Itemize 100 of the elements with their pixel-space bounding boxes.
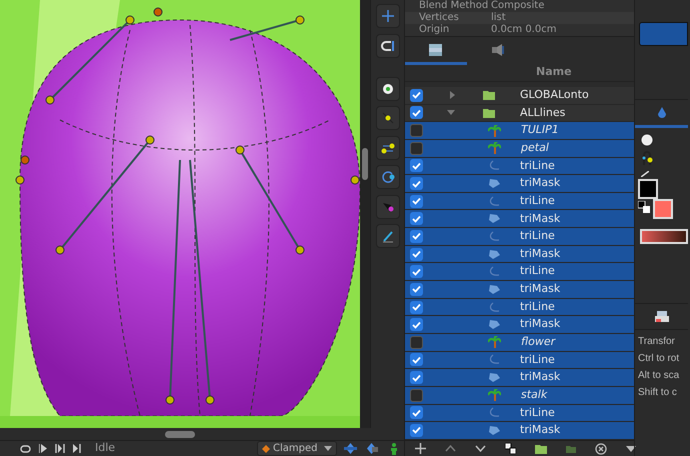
scrollbar-handle[interactable] [165,430,195,438]
layer-row[interactable]: triLine [405,192,634,210]
layer-checkbox[interactable] [410,88,423,102]
layer-checkbox[interactable] [410,406,423,420]
parameter-name: Blend Method [418,0,490,12]
bline-icon[interactable] [640,151,652,165]
layer-row[interactable]: triLine [405,158,634,176]
expand-arrow-icon[interactable] [450,91,455,100]
hint-text: Alt to sca [637,369,680,383]
layer-checkbox[interactable] [410,124,423,138]
layer-row[interactable]: triMask [405,369,634,387]
layer-checkbox[interactable] [410,248,423,261]
fill-tool-icon[interactable] [376,194,400,218]
layer-row[interactable]: GLOBALonto [405,87,634,105]
layer-name: triMask [520,316,560,332]
tool-options-icon[interactable] [658,107,666,118]
speaker-icon [492,44,504,56]
layer-row[interactable]: triMask [405,175,634,193]
layer-checkbox[interactable] [410,353,423,366]
layer-name: triLine [520,263,555,280]
layer-row[interactable]: triMask [405,281,634,299]
curve-icon [488,354,500,366]
layer-checkbox[interactable] [410,265,423,278]
layer-checkbox[interactable] [410,194,423,208]
layer-checkbox[interactable] [410,388,423,402]
magnet-icon[interactable] [376,34,400,58]
shape-icon [488,424,500,436]
curve-icon [488,302,500,312]
circle-icon[interactable] [640,134,652,146]
layer-name: triLine [520,192,555,209]
diamond-icon [262,444,270,452]
layer-row[interactable]: stalk [405,386,634,405]
shape-icon [488,213,500,224]
spline-tool-icon[interactable] [376,106,400,130]
layer-row[interactable]: TULIP1 [405,122,634,140]
layer-row[interactable]: triLine [405,228,634,246]
parameter-value: 0.0cm 0.0cm [491,24,556,36]
layer-name: triMask [520,281,560,298]
layer-row[interactable]: flower [405,334,634,352]
shape-icon [488,372,500,384]
parameter-name: Origin [418,24,450,36]
parameter-value: list [491,12,506,24]
layer-row[interactable]: triLine [405,298,634,316]
shape-icon [488,248,500,260]
layers-icon [428,42,444,56]
layer-name: triLine [520,404,555,421]
scrollbar-handle[interactable] [362,148,368,180]
hint-text: Transfor [637,335,676,349]
hint-text: Shift to c [637,386,678,400]
layer-row[interactable]: triLine [405,404,634,422]
layer-row[interactable]: triMask [405,210,634,228]
parameter-name: Vertices [418,12,460,24]
layer-name: triMask [520,210,560,227]
pen-icon[interactable] [640,170,648,176]
layer-row[interactable]: triMask [405,316,634,334]
layer-row[interactable]: ALLlines [405,104,634,122]
transform-tool-icon[interactable] [376,4,400,28]
layer-row[interactable]: triLine [405,352,634,370]
column-header: Name [536,64,572,80]
layer-checkbox[interactable] [410,424,423,437]
layer-checkbox[interactable] [410,371,423,384]
layer-name: triLine [520,298,555,315]
layer-checkbox[interactable] [410,318,423,332]
eyedropper-icon[interactable] [376,224,400,248]
layer-checkbox[interactable] [410,142,423,155]
layer-checkbox[interactable] [410,230,423,243]
layer-row[interactable]: triMask [405,246,634,264]
fill-color-swatch[interactable] [652,199,672,220]
circle-tool-icon[interactable] [376,76,400,100]
printer-icon[interactable] [654,310,668,323]
layer-checkbox[interactable] [410,106,423,120]
tree-icon [488,142,501,154]
tree-icon [488,124,501,137]
collapse-arrow-icon[interactable] [447,110,455,116]
layer-name: triLine [520,158,555,174]
folder-icon [483,108,495,118]
shape-icon [488,284,500,295]
tree-icon [488,389,501,402]
folder-icon [483,90,495,100]
outline-color-swatch[interactable] [638,179,658,200]
layer-checkbox[interactable] [410,336,423,349]
curve-icon [488,266,500,278]
layer-checkbox[interactable] [410,282,423,296]
layer-checkbox[interactable] [410,300,423,314]
layer-row[interactable]: triLine [405,263,634,282]
layer-checkbox[interactable] [410,212,423,226]
layer-row[interactable]: triMask [405,422,634,440]
swap-colors-icon[interactable] [638,201,650,214]
status-text: Idle [95,440,116,456]
interpolation-dropdown[interactable]: Clamped [257,441,338,456]
figure-icon[interactable] [390,442,398,454]
width-tool-icon[interactable] [376,136,400,160]
layer-name: triMask [520,369,560,386]
rotate-tool-icon[interactable] [376,165,400,189]
gradient-swatch[interactable] [640,229,688,244]
layer-row[interactable]: petal [405,140,634,158]
curve-icon [488,196,500,207]
layer-checkbox[interactable] [410,159,423,172]
layer-checkbox[interactable] [410,177,423,190]
curve-icon [488,230,500,242]
